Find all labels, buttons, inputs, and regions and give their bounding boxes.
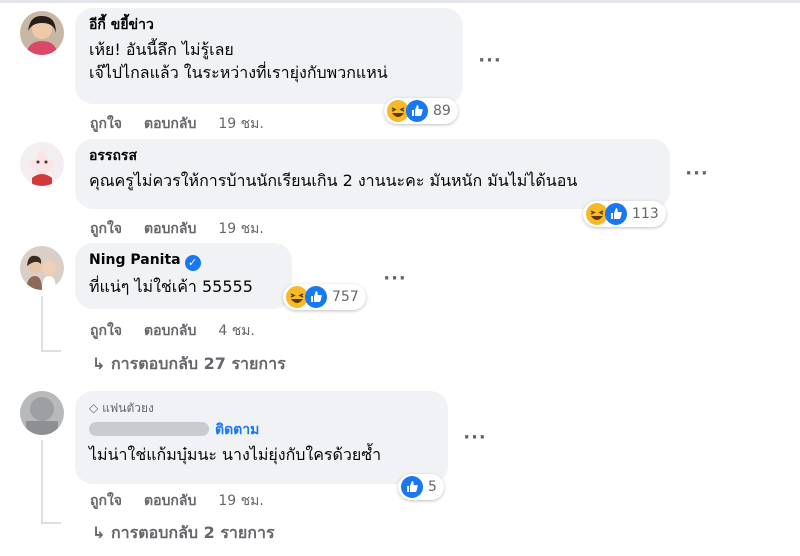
reaction-summary[interactable]: 113 [583,201,666,227]
verified-badge-icon: ✓ [184,255,201,271]
reaction-summary[interactable]: 5 [398,474,444,500]
reaction-summary[interactable]: 757 [283,284,366,310]
reply-button[interactable]: ตอบกลับ [144,323,196,339]
view-replies-link[interactable]: ↳ การตอบกลับ 27 รายการ [92,352,286,377]
timestamp[interactable]: 19 ชม. [218,493,263,509]
comment-actions: ถูกใจ ตอบกลับ 4 ชม. [90,320,277,342]
avatar[interactable] [20,142,64,186]
more-options-button[interactable]: ··· [380,270,410,292]
view-replies-label: การตอบกลับ 27 รายการ [110,354,286,373]
comment-text-line: คุณครูไม่ควรให้การบ้านนักเรียนเกิน 2 งาน… [89,171,578,190]
comment-text-line: ที่แน่ๆ ไม่ใช่เค้า 55555 [89,277,253,296]
timestamp[interactable]: 19 ชม. [218,221,263,237]
commenter-name[interactable]: Ning Panita [89,252,181,268]
view-replies-link[interactable]: ↳ การตอบกลับ 2 รายการ [92,521,275,546]
comment-bubble: อรรถรส คุณครูไม่ควรให้การบ้านนักเรียนเกิ… [75,139,670,209]
avatar[interactable] [20,391,64,435]
comment-text-line: เห้ย! อันนี้ลึก ไม่รู้เลย [89,40,234,59]
fan-badge: ◇ แฟนตัวยง [89,400,434,416]
reaction-summary[interactable]: 89 [384,98,458,124]
comment-bubble: Ning Panita ✓ ที่แน่ๆ ไม่ใช่เค้า 55555 [75,243,292,309]
comment-actions: ถูกใจ ตอบกลับ 19 ชม. [90,113,286,135]
like-reaction-icon [401,476,423,498]
reaction-count: 5 [428,479,437,495]
diamond-icon: ◇ [89,401,99,415]
more-options-button[interactable]: ··· [460,429,490,451]
reply-button[interactable]: ตอบกลับ [144,116,196,132]
blurred-name[interactable] [89,422,209,436]
commenter-name[interactable]: อีกี้ ขยี้ข่าว [89,16,449,34]
comment-actions: ถูกใจ ตอบกลับ 19 ชม. [90,490,286,512]
comment-bubble: ◇ แฟนตัวยง ติดตาม ไม่น่าใช่แก้มบุ๋มนะ นา… [75,391,448,484]
reaction-count: 89 [433,103,451,119]
fan-badge-label: แฟนตัวยง [102,401,154,415]
timestamp[interactable]: 4 ชม. [218,323,255,339]
avatar[interactable] [20,246,64,290]
commenter-name-row: ติดตาม [89,421,434,439]
commenter-name[interactable]: อรรถรส [89,147,656,165]
commenter-name-row: Ning Panita ✓ [89,251,278,271]
comment-text-line: เจ๊ไปไกลแล้ว ในระหว่างที่เรายุ่งกับพวกแห… [89,63,388,82]
reply-button[interactable]: ตอบกลับ [144,221,196,237]
like-button[interactable]: ถูกใจ [90,323,122,339]
thread-line-elbow [41,522,61,524]
like-reaction-icon [605,203,627,225]
more-options-button[interactable]: ··· [682,165,712,187]
top-divider [0,0,800,3]
reaction-count: 757 [332,289,359,305]
avatar[interactable] [20,11,64,55]
comment-actions: ถูกใจ ตอบกลับ 19 ชม. [90,218,286,240]
like-reaction-icon [305,286,327,308]
like-button[interactable]: ถูกใจ [90,221,122,237]
reply-arrow-icon: ↳ [92,354,106,373]
view-replies-label: การตอบกลับ 2 รายการ [110,523,275,542]
reply-arrow-icon: ↳ [92,523,106,542]
reaction-count: 113 [632,206,659,222]
like-button[interactable]: ถูกใจ [90,116,122,132]
thread-line [41,296,43,352]
reply-button[interactable]: ตอบกลับ [144,493,196,509]
like-button[interactable]: ถูกใจ [90,493,122,509]
timestamp[interactable]: 19 ชม. [218,116,263,132]
comment-bubble: อีกี้ ขยี้ข่าว เห้ย! อันนี้ลึก ไม่รู้เลย… [75,8,463,104]
thread-line-elbow [41,350,61,352]
like-reaction-icon [406,100,428,122]
thread-line [41,440,43,524]
more-options-button[interactable]: ··· [475,52,505,74]
follow-button[interactable]: ติดตาม [215,422,259,438]
comment-text-line: ไม่น่าใช่แก้มบุ๋มนะ นางไม่ยุ่งกับใครด้วย… [89,445,382,464]
